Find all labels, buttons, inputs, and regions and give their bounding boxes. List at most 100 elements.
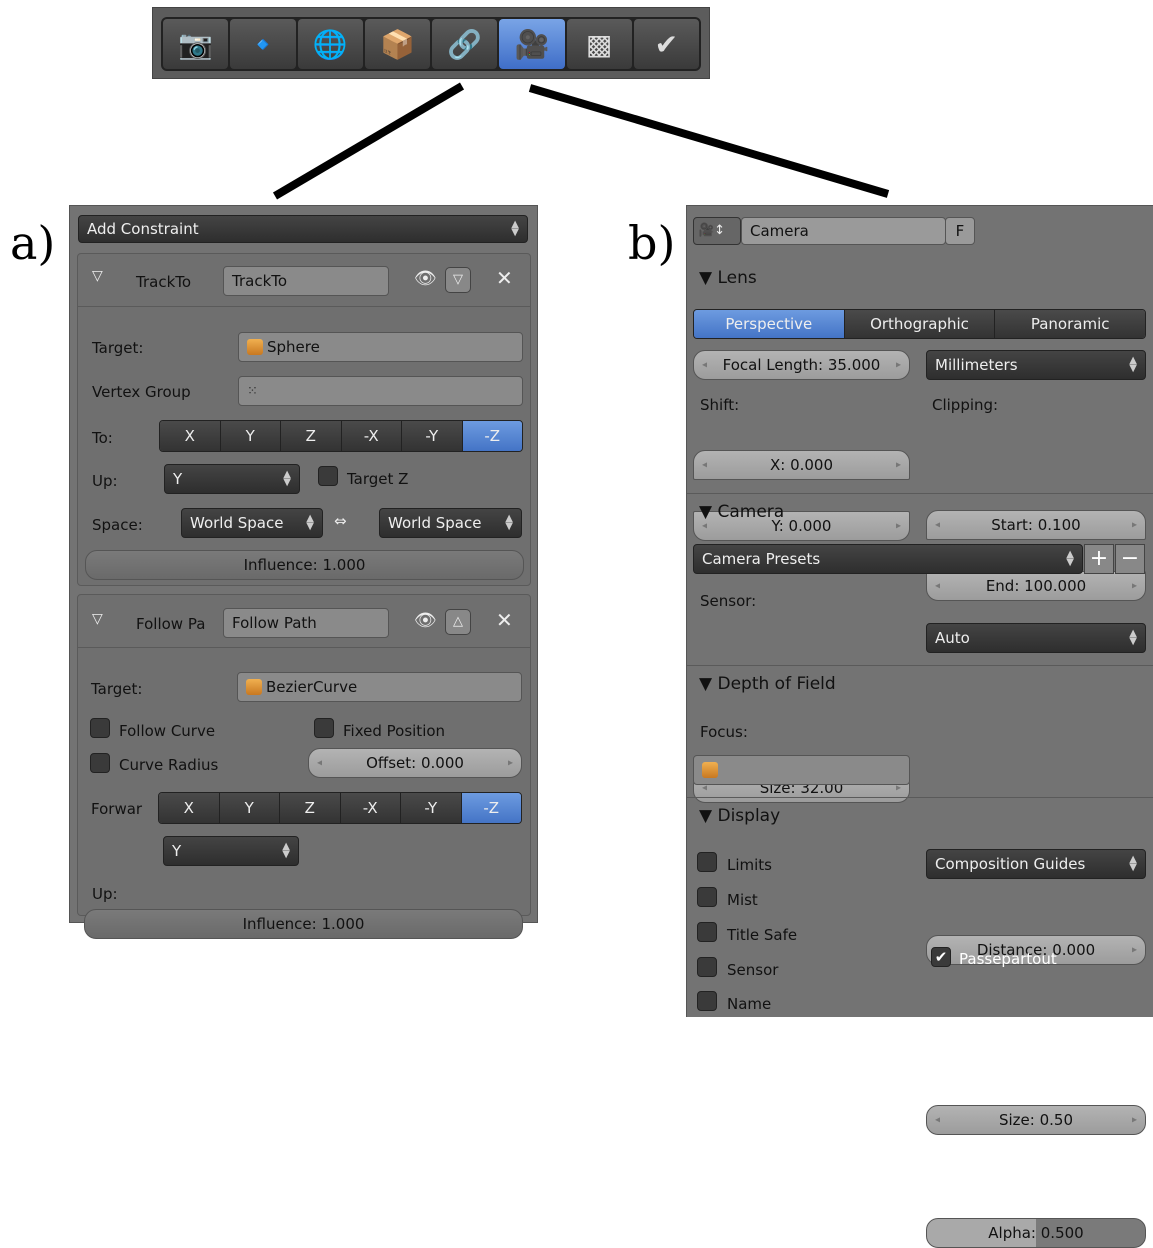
swap-arrow-icon: ⇔ xyxy=(334,512,347,530)
limits-checkbox[interactable] xyxy=(697,852,717,876)
axis-neg-z-button[interactable]: -Z xyxy=(462,421,522,451)
focus-object-field[interactable] xyxy=(693,755,910,785)
owner-space-dropdown[interactable]: World Space ▲ ▼ xyxy=(181,508,323,538)
axis-neg-x-button[interactable]: -X xyxy=(340,793,401,823)
close-icon[interactable]: ✕ xyxy=(496,608,513,632)
vertex-group-field[interactable]: ⁙ xyxy=(238,376,523,406)
focus-label: Focus: xyxy=(700,723,748,741)
display-size-field[interactable]: ◂ Size: 0.50 ▸ xyxy=(926,1105,1146,1135)
axis-x-button[interactable]: X xyxy=(160,421,221,451)
axis-z-button[interactable]: Z xyxy=(280,793,341,823)
perspective-button[interactable]: Perspective xyxy=(694,310,845,338)
vertex-group-icon: ⁙ xyxy=(247,383,258,399)
passepartout-label: Passepartout xyxy=(959,950,1057,968)
sensor-checkbox[interactable] xyxy=(697,957,717,981)
follow-curve-label: Follow Curve xyxy=(119,722,216,740)
constraint-type: Follow Pa xyxy=(136,615,206,633)
forward-axis-selector: X Y Z -X -Y -Z xyxy=(158,792,522,824)
axis-z-button[interactable]: Z xyxy=(281,421,342,451)
dof-section-header[interactable]: ▼ Depth of Field xyxy=(699,674,836,694)
influence-slider[interactable]: Influence: 1.000 xyxy=(85,550,524,580)
axis-neg-z-button[interactable]: -Z xyxy=(461,793,521,823)
lens-unit-dropdown[interactable]: Millimeters ▲ ▼ xyxy=(926,350,1146,380)
up-axis-dropdown[interactable]: Y ▲ ▼ xyxy=(164,464,300,494)
close-icon[interactable]: ✕ xyxy=(496,266,513,290)
trackto-constraint: ▽ TrackTo TrackTo 👁 ▽ ✕ Target: Sphere V… xyxy=(77,253,531,586)
shift-x-field[interactable]: ◂ X: 0.000 ▸ xyxy=(693,450,910,480)
eye-icon[interactable]: 👁 xyxy=(414,610,437,631)
move-down-icon[interactable]: ▽ xyxy=(445,267,471,293)
camera-name-field[interactable]: Camera xyxy=(741,217,946,245)
camera-data-panel: 🎥↕ Camera F ▼ Lens Perspective Orthograph… xyxy=(686,205,1153,1248)
connector-lines xyxy=(272,82,890,200)
forward-label: Forwar xyxy=(91,800,143,818)
target-label: Target: xyxy=(91,680,143,698)
object-icon xyxy=(246,679,262,695)
passepartout-alpha-slider[interactable]: Alpha: 0.500 xyxy=(926,1218,1146,1248)
label-a: a) xyxy=(10,216,56,270)
axis-y-button[interactable]: Y xyxy=(220,421,281,451)
object-icon xyxy=(247,339,263,355)
mist-checkbox[interactable] xyxy=(697,887,717,911)
axis-neg-y-button[interactable]: -Y xyxy=(402,421,463,451)
target-field[interactable]: Sphere xyxy=(238,332,523,362)
target-z-label: Target Z xyxy=(347,470,409,488)
add-constraint-dropdown[interactable]: Add Constraint ▲ ▼ xyxy=(78,215,528,243)
collapse-icon[interactable]: ▽ xyxy=(92,268,103,284)
focal-length-field[interactable]: ◂ Focal Length: 35.000 ▸ xyxy=(693,350,910,380)
constraint-name-field[interactable]: TrackTo xyxy=(223,266,389,296)
sensor-display-label: Sensor xyxy=(727,961,779,979)
orthographic-button[interactable]: Orthographic xyxy=(844,310,996,338)
camera-presets-dropdown[interactable]: Camera Presets ▲ ▼ xyxy=(693,544,1083,574)
up-label: Up: xyxy=(92,885,118,903)
target-space-dropdown[interactable]: World Space ▲ ▼ xyxy=(379,508,522,538)
clip-end-field[interactable]: ◂ End: 100.000 ▸ xyxy=(926,571,1146,601)
clip-start-field[interactable]: ◂ Start: 0.100 ▸ xyxy=(926,510,1146,540)
sensor-fit-dropdown[interactable]: Auto ▲ ▼ xyxy=(926,623,1146,653)
target-z-checkbox[interactable] xyxy=(318,466,338,490)
constraints-panel: Add Constraint ▲ ▼ ▽ TrackTo TrackTo 👁 ▽ ✕… xyxy=(69,205,538,939)
to-axis-selector: X Y Z -X -Y -Z xyxy=(159,420,523,452)
constraint-name-field[interactable]: Follow Path xyxy=(223,608,389,638)
mist-label: Mist xyxy=(727,891,758,909)
follow-curve-checkbox[interactable] xyxy=(90,718,110,742)
offset-field[interactable]: ◂ Offset: 0.000 ▸ xyxy=(308,748,522,778)
fixed-position-label: Fixed Position xyxy=(343,722,446,740)
axis-neg-y-button[interactable]: -Y xyxy=(401,793,462,823)
shift-label: Shift: xyxy=(700,396,740,414)
target-field[interactable]: BezierCurve xyxy=(237,672,522,702)
display-section-header[interactable]: ▼ Display xyxy=(699,806,780,826)
composition-guides-dropdown[interactable]: Composition Guides ▲ ▼ xyxy=(926,849,1146,879)
axis-y-button[interactable]: Y xyxy=(219,793,280,823)
fake-user-button[interactable]: F xyxy=(945,217,975,245)
collapse-icon[interactable]: ▽ xyxy=(92,611,103,627)
remove-preset-icon[interactable]: − xyxy=(1115,544,1145,574)
curve-radius-checkbox[interactable] xyxy=(90,753,110,777)
lens-section-header[interactable]: ▼ Lens xyxy=(699,268,757,288)
up-axis-dropdown[interactable]: Y ▲ ▼ xyxy=(163,836,299,866)
axis-x-button[interactable]: X xyxy=(159,793,220,823)
object-icon xyxy=(702,762,718,778)
camera-section-header[interactable]: ▼ Camera xyxy=(699,502,784,522)
title-safe-checkbox[interactable] xyxy=(697,922,717,946)
title-safe-label: Title Safe xyxy=(727,926,798,944)
eye-icon[interactable]: 👁 xyxy=(414,268,437,289)
space-label: Space: xyxy=(92,516,143,534)
add-preset-icon[interactable]: + xyxy=(1084,544,1114,574)
axis-neg-x-button[interactable]: -X xyxy=(341,421,402,451)
name-label: Name xyxy=(727,995,772,1013)
label-b: b) xyxy=(628,216,676,270)
fixed-position-checkbox[interactable] xyxy=(314,718,334,742)
camera-datablock-icon[interactable]: 🎥↕ xyxy=(693,217,741,245)
name-checkbox[interactable] xyxy=(697,991,717,1015)
projection-selector: Perspective Orthographic Panoramic xyxy=(693,309,1146,339)
constraint-type: TrackTo xyxy=(136,273,192,291)
curve-radius-label: Curve Radius xyxy=(119,756,219,774)
passepartout-checkbox[interactable]: ✔ xyxy=(931,947,951,967)
limits-label: Limits xyxy=(727,856,772,874)
influence-slider[interactable]: Influence: 1.000 xyxy=(84,909,523,939)
clipping-label: Clipping: xyxy=(932,396,999,414)
panoramic-button[interactable]: Panoramic xyxy=(995,310,1145,338)
move-up-icon[interactable]: △ xyxy=(445,609,471,635)
sensor-label: Sensor: xyxy=(700,592,757,610)
